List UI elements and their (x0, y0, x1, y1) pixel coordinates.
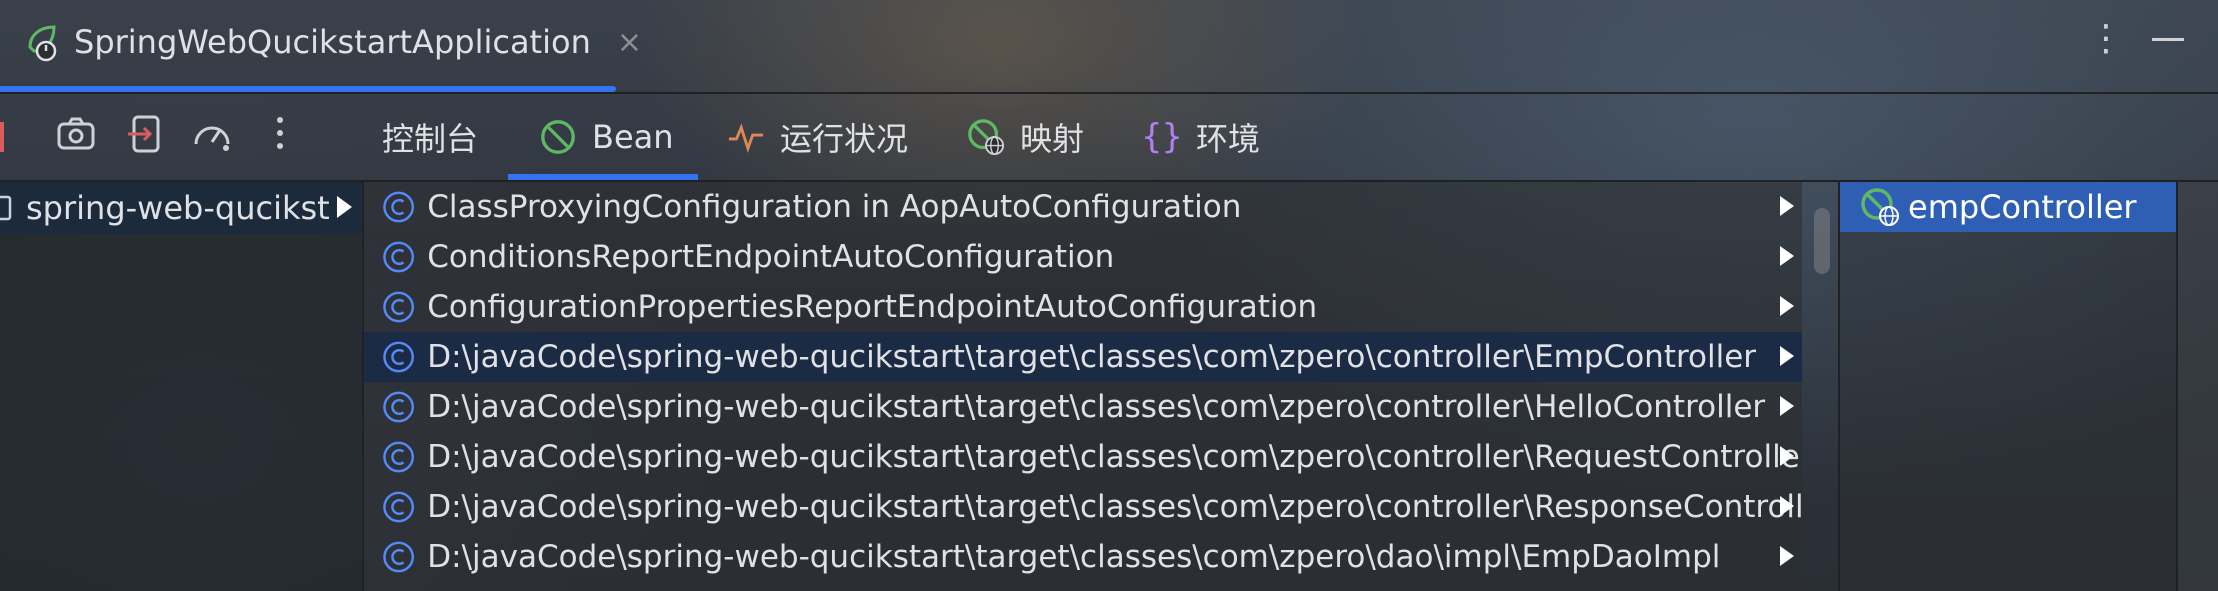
bean-detail-list: empController (1840, 182, 2176, 591)
tab-environment[interactable]: {} 环境 (1142, 112, 1260, 162)
class-icon (383, 291, 415, 323)
minimize-icon[interactable] (2152, 38, 2184, 41)
bean-name: ConditionsReportEndpointAutoConfiguratio… (427, 239, 1115, 275)
chevron-right-icon (1780, 296, 1794, 316)
mapping-icon (966, 117, 1006, 157)
chevron-right-icon (337, 196, 352, 218)
list-item[interactable]: spring-web-qucikstart (0, 182, 362, 234)
health-icon (726, 117, 766, 157)
tab-label: 映射 (1020, 120, 1085, 158)
list-item-selected[interactable]: D:\javaCode\spring-web-qucikstart\target… (364, 332, 1802, 382)
chevron-right-icon (1780, 196, 1794, 216)
chevron-right-icon (1780, 346, 1794, 366)
class-icon (383, 541, 415, 573)
tab-mappings[interactable]: 映射 (966, 112, 1084, 162)
bean-name: D:\javaCode\spring-web-qucikstart\target… (427, 439, 1802, 475)
chevron-right-icon (1780, 246, 1794, 266)
list-item[interactable]: D:\javaCode\spring-web-qucikstart\target… (364, 382, 1802, 432)
divider (0, 92, 2218, 94)
run-config-name: SpringWebQucikstartApplication (74, 23, 591, 61)
module-icon (0, 195, 12, 221)
bean-name: ConfigurationPropertiesReportEndpointAut… (427, 289, 1318, 325)
class-icon (383, 441, 414, 473)
more-vertical-icon[interactable] (270, 112, 314, 156)
bean-name: D:\javaCode\spring-web-qucikstart\target… (427, 389, 1766, 425)
chevron-right-icon (1780, 546, 1794, 566)
bean-web-icon (1861, 188, 1899, 226)
application-name: spring-web-qucikstart (26, 189, 331, 227)
braces-icon: {} (1141, 117, 1183, 157)
side-strip (2178, 182, 2218, 591)
more-options-icon[interactable]: ⋮ (2088, 18, 2124, 59)
stop-icon[interactable] (0, 122, 4, 152)
bean-name: empController (1908, 188, 2137, 226)
tab-label: Bean (592, 118, 674, 156)
list-item[interactable]: D:\javaCode\spring-web-qucikstart\target… (364, 532, 1802, 582)
screenshot-icon[interactable] (54, 112, 98, 156)
tab-beans[interactable]: Bean (538, 112, 674, 162)
bean-icon (538, 117, 578, 157)
list-item[interactable]: ClassProxyingConfiguration in AopAutoCon… (364, 182, 1802, 232)
chevron-right-icon (1780, 396, 1794, 416)
spring-boot-run-icon (28, 25, 57, 62)
class-icon (383, 391, 414, 423)
chevron-right-icon (1780, 446, 1794, 466)
bean-name: D:\javaCode\spring-web-qucikstart\target… (427, 539, 1721, 575)
class-icon (383, 191, 415, 223)
bean-name: D:\javaCode\spring-web-qucikstart\target… (427, 339, 1757, 375)
application-list: spring-web-qucikstart (0, 182, 362, 591)
class-icon (383, 241, 415, 273)
chevron-right-icon (1780, 496, 1794, 516)
tab-label: 运行状况 (780, 120, 909, 158)
tab-label: 环境 (1196, 120, 1261, 158)
class-icon (383, 341, 414, 373)
run-tool-window-header: SpringWebQucikstartApplication × ⋮ (0, 0, 2218, 92)
list-item[interactable]: D:\javaCode\spring-web-qucikstart\target… (364, 432, 1802, 482)
list-item[interactable]: D:\javaCode\spring-web-qucikstart\target… (364, 482, 1802, 532)
class-icon (383, 491, 414, 523)
tab-label: 控制台 (382, 120, 479, 158)
close-tab-icon[interactable]: × (617, 25, 642, 60)
scrollbar-thumb[interactable] (1814, 208, 1830, 274)
dashboard-icon[interactable] (190, 112, 234, 156)
tab-console[interactable]: 控制台 (382, 112, 478, 162)
list-item[interactable]: ConfigurationPropertiesReportEndpointAut… (364, 282, 1802, 332)
list-item-selected[interactable]: empController (1840, 182, 2176, 232)
bean-name: D:\javaCode\spring-web-qucikstart\target… (427, 489, 1802, 525)
restore-layout-icon[interactable] (124, 112, 168, 156)
bean-name: ClassProxyingConfiguration in AopAutoCon… (427, 189, 1242, 225)
bean-list: ClassProxyingConfiguration in AopAutoCon… (364, 182, 1802, 591)
list-item[interactable]: ConditionsReportEndpointAutoConfiguratio… (364, 232, 1802, 282)
run-config-tab[interactable]: SpringWebQucikstartApplication × (24, 18, 642, 66)
tab-health[interactable]: 运行状况 (726, 112, 908, 162)
